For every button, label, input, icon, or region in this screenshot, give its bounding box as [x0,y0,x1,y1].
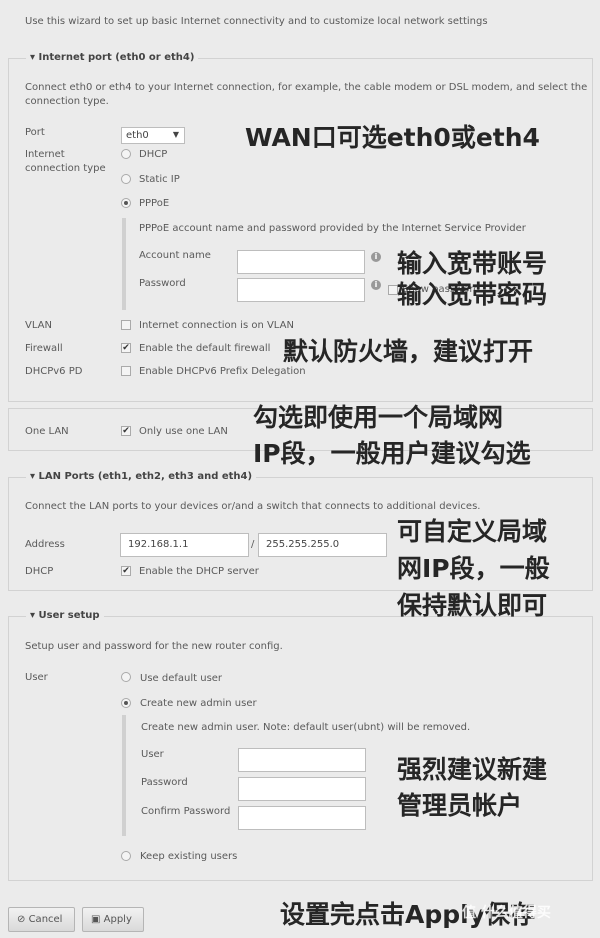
address-separator: / [251,539,255,550]
legend-text: Internet port (eth0 or eth4) [38,52,195,63]
annotation-account: 输入宽带账号 [397,249,548,278]
default-user-label: Use default user [140,673,223,684]
annotation-admin-2: 管理员帐户 [397,791,523,820]
admin-user-input[interactable] [238,748,366,772]
intro-text: Use this wizard to set up basic Internet… [25,16,488,27]
connection-type-label: Internet [25,149,65,160]
account-name-input[interactable] [237,250,365,274]
pppoe-label: PPPoE [139,198,170,209]
vlan-checkbox[interactable] [121,320,131,330]
dropdown-arrow-icon: ▼ [172,130,179,139]
cancel-icon: ⊘ [17,914,26,925]
password-label: Password [139,278,186,289]
port-label: Port [25,127,45,138]
annotation-admin-1: 强烈建议新建 [397,755,548,784]
annotation-lan-1: 可自定义局域 [397,517,548,546]
account-name-label: Account name [139,250,211,261]
firewall-checkbox[interactable]: ✔ [121,343,131,353]
admin-group-bar [122,715,126,836]
connection-type-label-2: connection type [25,163,106,174]
admin-password-label: Password [141,777,188,788]
vlan-text: Internet connection is on VLAN [139,320,294,331]
user-label: User [25,672,48,683]
static-ip-radio[interactable] [121,174,131,184]
legend-text: LAN Ports (eth1, eth2, eth3 and eth4) [38,471,253,482]
new-admin-label: Create new admin user [140,698,257,709]
address-label: Address [25,539,65,550]
pppoe-group-bar [122,218,126,310]
user-setup-legend[interactable]: ▾ User setup [26,610,104,621]
admin-note: Create new admin user. Note: default use… [141,722,471,733]
admin-confirm-input[interactable] [238,806,366,830]
dhcp-radio[interactable] [121,149,131,159]
one-lan-checkbox[interactable]: ✔ [121,426,131,436]
internet-port-legend[interactable]: ▾ Internet port (eth0 or eth4) [26,52,199,63]
dhcp-server-checkbox[interactable]: ✔ [121,566,131,576]
dhcpv6-label: DHCPv6 PD [25,366,83,377]
port-select[interactable]: eth0 ▼ [121,127,185,144]
port-value: eth0 [126,130,149,141]
admin-user-label: User [141,749,164,760]
password-input[interactable] [237,278,365,302]
dhcp-label: DHCP [139,149,168,160]
annotation-lan-2: 网IP段，一般 [397,554,550,583]
save-icon: ▣ [91,914,101,925]
apply-label: Apply [103,914,132,925]
dhcp-server-text: Enable the DHCP server [139,566,259,577]
keep-users-label: Keep existing users [140,851,238,862]
dhcp-server-label: DHCP [25,566,54,577]
firewall-text: Enable the default firewall [139,343,271,354]
legend-text: User setup [38,610,100,621]
internet-desc-2: connection type. [25,96,109,107]
static-ip-label: Static IP [139,174,180,185]
default-user-radio[interactable] [121,672,131,682]
pppoe-radio[interactable] [121,198,131,208]
annotation-firewall: 默认防火墙，建议打开 [283,337,534,366]
user-desc: Setup user and password for the new rout… [25,641,283,652]
annotation-lan-3: 保持默认即可 [397,591,548,620]
netmask-input[interactable]: 255.255.255.0 [258,533,387,557]
internet-desc: Connect eth0 or eth4 to your Internet co… [25,82,588,93]
annotation-one-lan-2: IP段，一般用户建议勾选 [253,439,531,468]
admin-password-input[interactable] [238,777,366,801]
watermark-logo: 值 什么值得买 [462,905,551,921]
info-icon[interactable]: i [371,252,381,262]
new-admin-radio[interactable] [121,698,131,708]
info-icon[interactable]: i [371,280,381,290]
annotation-wan: WAN口可选eth0或eth4 [245,123,540,152]
address-input[interactable]: 192.168.1.1 [120,533,249,557]
keep-users-radio[interactable] [121,851,131,861]
lan-ports-legend[interactable]: ▾ LAN Ports (eth1, eth2, eth3 and eth4) [26,471,257,482]
apply-button[interactable]: ▣ Apply [82,907,144,932]
annotation-password: 输入宽带密码 [397,280,548,309]
lan-desc: Connect the LAN ports to your devices or… [25,501,481,512]
one-lan-label: One LAN [25,426,69,437]
one-lan-text: Only use one LAN [139,426,228,437]
annotation-one-lan-1: 勾选即使用一个局域网 [253,403,504,432]
pppoe-desc: PPPoE account name and password provided… [139,223,526,234]
firewall-label: Firewall [25,343,63,354]
admin-confirm-label: Confirm Password [141,806,231,817]
vlan-label: VLAN [25,320,52,331]
cancel-button[interactable]: ⊘ Cancel [8,907,75,932]
dhcpv6-checkbox[interactable] [121,366,131,376]
dhcpv6-text: Enable DHCPv6 Prefix Delegation [139,366,306,377]
cancel-label: Cancel [28,914,63,925]
